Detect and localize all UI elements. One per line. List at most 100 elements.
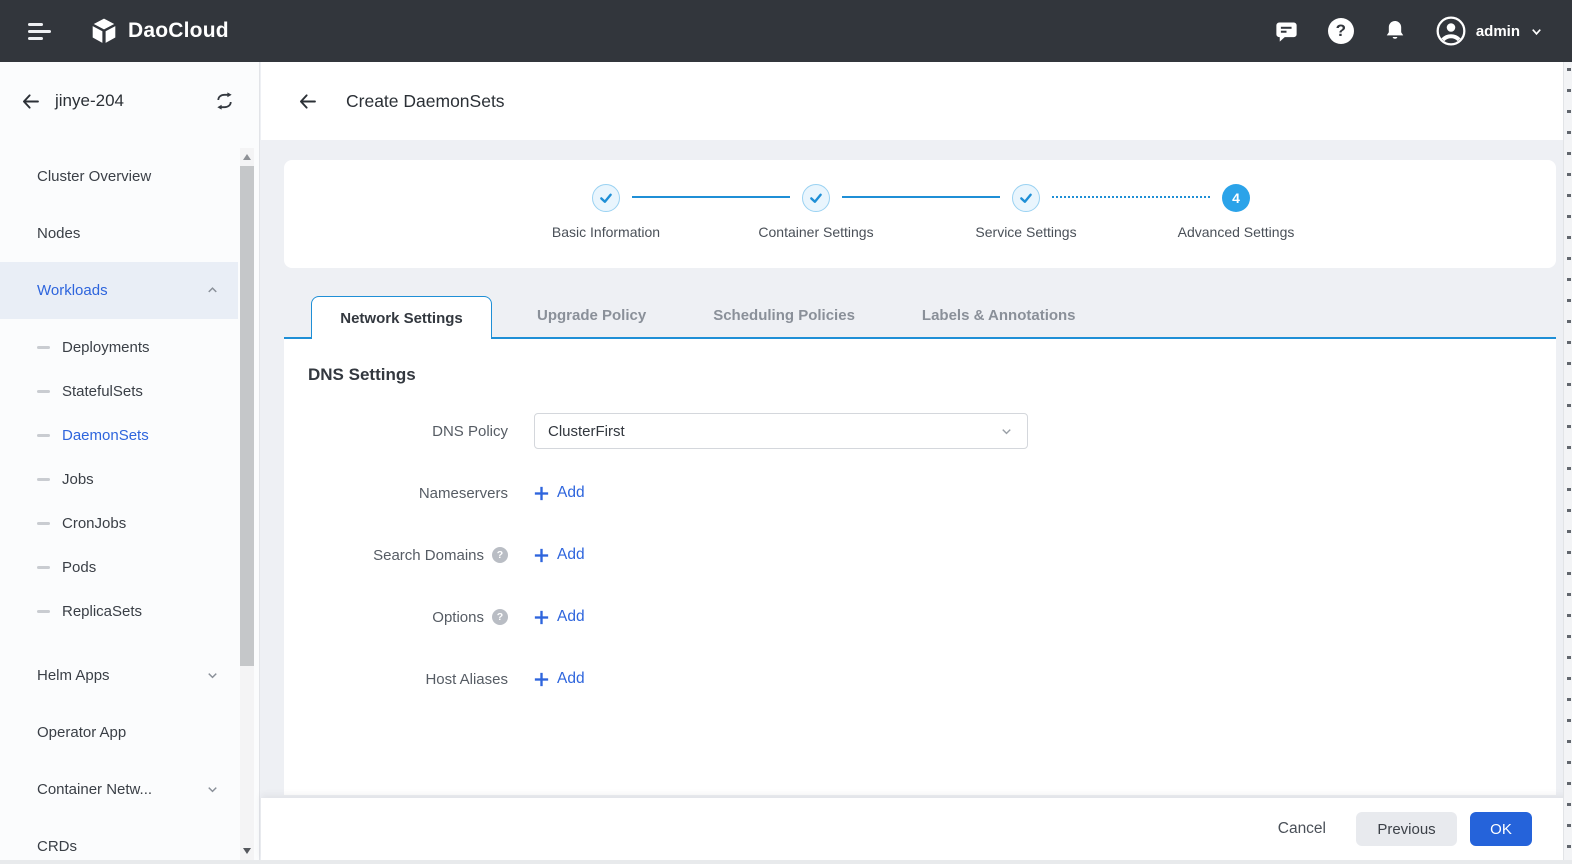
sidebar-item-statefulsets[interactable]: StatefulSets (0, 369, 238, 413)
sidebar-item-label: Container Netw... (37, 781, 153, 798)
nameservers-row: Nameservers Add (308, 475, 1532, 511)
plus-icon (534, 486, 549, 501)
back-icon[interactable] (20, 91, 41, 112)
section-title: DNS Settings (308, 365, 416, 384)
step-container-settings[interactable]: Container Settings (711, 184, 921, 240)
sidebar-item-container-network[interactable]: Container Netw... (0, 761, 238, 818)
step-basic-information[interactable]: Basic Information (501, 184, 711, 240)
step-advanced-settings[interactable]: 4 Advanced Settings (1131, 184, 1341, 240)
dash-icon (37, 521, 50, 525)
options-row: Options Add (308, 599, 1532, 635)
tab-upgrade-policy[interactable]: Upgrade Policy (515, 294, 668, 337)
back-icon[interactable] (297, 91, 318, 112)
brand-logo[interactable]: DaoCloud (90, 17, 229, 45)
switch-cluster-icon[interactable] (214, 91, 235, 111)
main-content: Create DaemonSets Basic Information Cont… (261, 62, 1572, 860)
sidebar-item-deployments[interactable]: Deployments (0, 325, 238, 369)
dash-icon (37, 477, 50, 481)
sidebar-scrollbar[interactable] (240, 148, 254, 860)
sidebar-item-label: DaemonSets (62, 426, 149, 444)
sidebar-item-label: Deployments (62, 338, 150, 356)
sidebar-item-label: ReplicaSets (62, 602, 143, 620)
sidebar-item-crds[interactable]: CRDs (0, 818, 238, 860)
ok-button[interactable]: OK (1470, 812, 1532, 846)
sidebar: jinye-204 Cluster Overview Nodes Workloa… (0, 62, 260, 860)
dns-policy-value: ClusterFirst (548, 422, 625, 440)
dash-icon (37, 609, 50, 613)
previous-button[interactable]: Previous (1356, 812, 1457, 846)
scroll-down-icon[interactable] (243, 848, 251, 854)
add-label: Add (557, 484, 585, 501)
cluster-name: jinye-204 (55, 91, 124, 110)
step-number: 4 (1222, 184, 1250, 212)
tab-network-settings[interactable]: Network Settings (311, 296, 492, 339)
sidebar-item-label: Workloads (37, 282, 108, 299)
network-settings-panel: DNS Settings DNS Policy ClusterFirst Nam… (284, 339, 1556, 795)
step-label: Service Settings (975, 224, 1077, 240)
user-menu[interactable]: admin (1435, 15, 1544, 47)
help-icon[interactable] (492, 547, 508, 563)
chevron-down-icon (1529, 24, 1544, 39)
add-host-alias-button[interactable]: Add (534, 670, 585, 688)
step-label: Container Settings (758, 224, 874, 240)
sidebar-item-label: Pods (62, 558, 97, 576)
step-label: Advanced Settings (1177, 224, 1295, 240)
sidebar-item-nodes[interactable]: Nodes (0, 205, 238, 262)
chevron-down-icon (999, 424, 1014, 439)
help-icon[interactable] (492, 609, 508, 625)
menu-hamburger-icon[interactable] (28, 19, 52, 44)
step-check-icon (592, 184, 620, 212)
username-label: admin (1475, 22, 1520, 40)
sidebar-item-daemonsets[interactable]: DaemonSets (0, 413, 238, 457)
dns-policy-label: DNS Policy (432, 422, 508, 440)
add-nameserver-button[interactable]: Add (534, 484, 585, 502)
sidebar-item-label: CronJobs (62, 514, 127, 532)
dns-policy-select[interactable]: ClusterFirst (534, 413, 1028, 449)
search-domains-label: Search Domains (308, 547, 508, 564)
page-header: Create DaemonSets (261, 62, 1572, 140)
add-label: Add (557, 608, 585, 625)
chevron-up-icon (205, 283, 220, 298)
step-check-icon (1012, 184, 1040, 212)
wizard-footer: Cancel Previous OK (261, 798, 1572, 860)
sidebar-item-cronjobs[interactable]: CronJobs (0, 501, 238, 545)
help-icon[interactable] (1327, 17, 1355, 45)
add-option-button[interactable]: Add (534, 608, 585, 626)
scrollbar-thumb[interactable] (240, 166, 254, 666)
sidebar-item-replicasets[interactable]: ReplicaSets (0, 589, 238, 633)
sidebar-menu: Cluster Overview Nodes Workloads Deploym… (0, 148, 238, 860)
daocloud-cube-icon (90, 17, 118, 45)
dash-icon (37, 433, 50, 437)
dash-icon (37, 565, 50, 569)
add-label: Add (557, 670, 585, 687)
add-label: Add (557, 546, 585, 563)
scroll-up-icon[interactable] (243, 154, 251, 160)
sidebar-item-operator-app[interactable]: Operator App (0, 704, 238, 761)
sidebar-item-label: Operator App (37, 724, 127, 741)
sidebar-item-label: Nodes (37, 225, 81, 242)
tab-scheduling-policies[interactable]: Scheduling Policies (691, 294, 877, 337)
options-label: Options (308, 609, 508, 626)
dash-icon (37, 345, 50, 349)
messages-icon[interactable] (1273, 17, 1301, 45)
horizontal-scrollbar[interactable] (0, 860, 1572, 864)
host-aliases-row: Host Aliases Add (308, 661, 1532, 697)
sidebar-item-pods[interactable]: Pods (0, 545, 238, 589)
host-aliases-label: Host Aliases (425, 670, 508, 688)
tab-labels-annotations[interactable]: Labels & Annotations (900, 294, 1098, 337)
chevron-down-icon (205, 782, 220, 797)
notifications-bell-icon[interactable] (1381, 17, 1409, 45)
sidebar-item-label: Helm Apps (37, 667, 110, 684)
sidebar-item-label: Cluster Overview (37, 168, 152, 185)
sidebar-item-jobs[interactable]: Jobs (0, 457, 238, 501)
cancel-button[interactable]: Cancel (1278, 820, 1326, 838)
add-search-domain-button[interactable]: Add (534, 546, 585, 564)
settings-tabs: Network Settings Upgrade Policy Scheduli… (284, 294, 1556, 339)
page-scrollbar[interactable] (1563, 62, 1572, 860)
step-service-settings[interactable]: Service Settings (921, 184, 1131, 240)
sidebar-item-cluster-overview[interactable]: Cluster Overview (0, 148, 238, 205)
plus-icon (534, 672, 549, 687)
dns-policy-row: DNS Policy ClusterFirst (308, 413, 1532, 449)
sidebar-item-workloads[interactable]: Workloads (0, 262, 238, 319)
sidebar-item-helm-apps[interactable]: Helm Apps (0, 647, 238, 704)
